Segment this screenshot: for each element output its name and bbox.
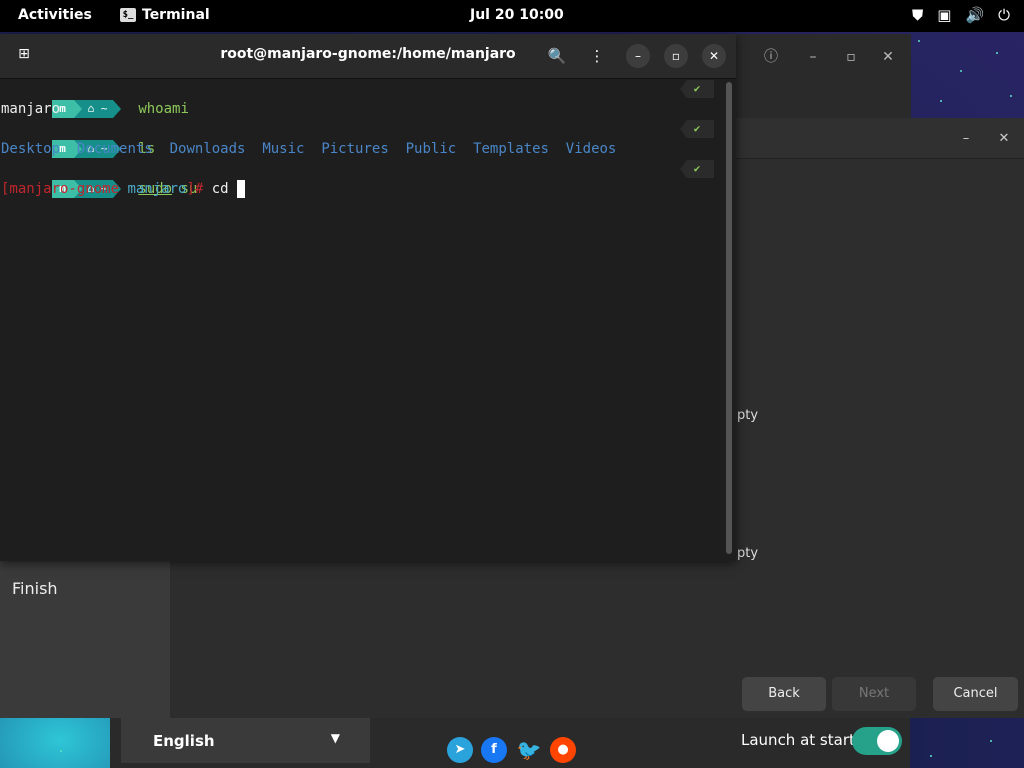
status-check-icon: ✔ [680, 120, 714, 138]
shield-icon[interactable]: ⛊ [912, 6, 923, 24]
terminal-icon: $_ [120, 8, 136, 22]
toggle-knob [877, 730, 899, 752]
home-icon: ⌂ ~ [81, 100, 114, 118]
star [930, 755, 932, 757]
top-panel: Activities $_ Terminal Jul 20 10:00 ⛊ ▣ … [0, 0, 1024, 32]
telegram-icon[interactable]: ➤ [447, 737, 473, 763]
close-button[interactable]: ✕ [702, 44, 726, 68]
close-icon[interactable]: ✕ [877, 46, 899, 68]
dir-entry: Pictures [321, 141, 389, 157]
status-check-icon: ✔ [680, 160, 714, 178]
terminal-headerbar: ⊞ root@manjaro-gnome:/home/manjaro 🔍 ⋮ –… [0, 34, 736, 79]
launch-at-start-toggle[interactable] [852, 727, 902, 755]
status-text: pty [737, 408, 759, 423]
minimize-icon[interactable]: – [955, 128, 977, 150]
sidebar-item-finish[interactable]: Finish [12, 579, 58, 598]
app-name: Terminal [142, 7, 210, 23]
reddit-icon[interactable]: ● [550, 737, 576, 763]
maximize-icon[interactable]: ▫ [840, 46, 862, 68]
language-value: English [153, 732, 215, 750]
search-icon[interactable]: 🔍 [546, 45, 568, 67]
root-prompt-line: [manjaro-gnome manjaro]# cd [1, 179, 246, 199]
minimize-button[interactable]: – [626, 44, 650, 68]
menu-icon[interactable]: ⋮ [586, 45, 608, 67]
launch-at-start-label: Launch at start [741, 731, 855, 749]
scrollbar[interactable] [726, 82, 732, 554]
system-tray[interactable]: ⛊ ▣ 🔊 ⏻ [912, 6, 1010, 24]
status-check-icon: ✔ [680, 80, 714, 98]
star [990, 740, 992, 742]
star [940, 100, 942, 102]
dir-entry: Downloads [169, 141, 246, 157]
dir-entry: Desktop [1, 141, 61, 157]
command-text: cd [203, 181, 238, 197]
dir-entry: Videos [565, 141, 617, 157]
text-cursor [237, 180, 246, 198]
prompt-end: ]# [186, 181, 204, 197]
power-icon[interactable]: ⏻ [998, 6, 1010, 24]
keyboard-icon[interactable]: ▣ [937, 6, 951, 24]
star [996, 52, 998, 54]
output-line: manjaro [1, 101, 61, 117]
dir-entry: Public [405, 141, 457, 157]
close-icon[interactable]: ✕ [993, 128, 1015, 150]
star [960, 70, 962, 72]
maximize-button[interactable]: ▫ [664, 44, 688, 68]
dir-entry: Templates [473, 141, 549, 157]
star [1010, 95, 1012, 97]
installer-sidebar: Finish [0, 561, 170, 718]
output-line: Desktop Documents Downloads Music Pictur… [1, 139, 616, 159]
volume-icon[interactable]: 🔊 [965, 6, 984, 24]
terminal-output[interactable]: m ⌂ ~ whoami ✔ manjaro m ⌂ ~ ls ✔ Desktop … [0, 79, 720, 561]
star [918, 40, 920, 42]
back-button[interactable]: Back [742, 677, 826, 711]
minimize-icon[interactable]: – [802, 46, 824, 68]
prompt-dir: manjaro [127, 181, 187, 197]
dir-entry: Documents [76, 141, 153, 157]
installer-header: – ✕ [736, 118, 1024, 159]
star [60, 750, 62, 752]
prompt-line: m ⌂ ~ sudo su [1, 159, 197, 198]
clock[interactable]: Jul 20 10:00 [470, 7, 564, 23]
status-text: pty [737, 546, 759, 561]
prompt-host: [manjaro-gnome [1, 181, 120, 197]
twitter-icon[interactable]: 🐦 [516, 737, 542, 763]
prompt-line: m ⌂ ~ ls [1, 119, 155, 158]
command-text: whoami [138, 101, 189, 117]
facebook-icon[interactable]: f [481, 737, 507, 763]
terminal-window: ⊞ root@manjaro-gnome:/home/manjaro 🔍 ⋮ –… [0, 34, 736, 561]
cancel-button[interactable]: Cancel [933, 677, 1018, 711]
activities-button[interactable]: Activities [18, 7, 92, 23]
prompt-line: m ⌂ ~ whoami [1, 79, 189, 118]
language-select[interactable]: English ▼ [121, 718, 370, 763]
next-button[interactable]: Next [832, 677, 916, 711]
chevron-down-icon: ▼ [330, 731, 340, 745]
background-window-titlebar: ⓘ – ▫ ✕ [736, 34, 911, 120]
info-icon[interactable]: ⓘ [760, 46, 782, 68]
app-menu[interactable]: $_ Terminal [120, 7, 210, 23]
dir-entry: Music [262, 141, 305, 157]
